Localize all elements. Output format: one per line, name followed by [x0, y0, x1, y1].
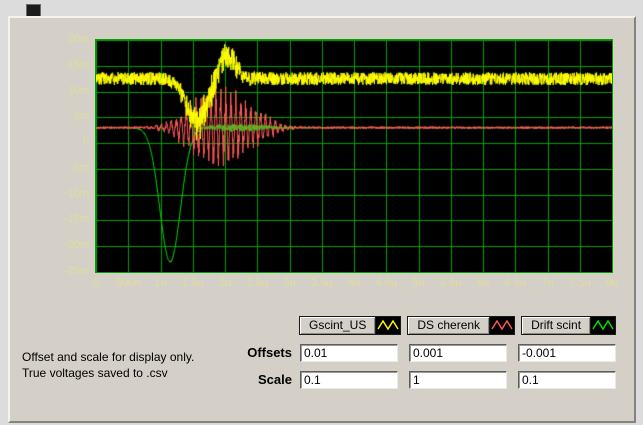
- x-tick-label: 5u: [412, 277, 424, 289]
- scale-input-gscint-us[interactable]: [300, 371, 398, 389]
- labview-front-panel: 20m 15m 10m 5m 0 -5m -10m -15m -20m -25m 0 500n 1u 1…: [0, 0, 643, 425]
- x-tick-label: 0: [93, 277, 99, 289]
- x-tick-label: 5.5u: [440, 277, 461, 289]
- waveform-sample-icon[interactable]: [376, 316, 401, 335]
- note-line-1: Offset and scale for display only.: [22, 349, 194, 365]
- x-tick-label: 3u: [283, 277, 295, 289]
- offset-input-gscint-us[interactable]: [300, 344, 398, 362]
- waveform-canvas: [96, 40, 612, 272]
- y-tick-label: 5m: [48, 110, 89, 122]
- note-text: Offset and scale for display only. True …: [22, 349, 194, 381]
- legend-label[interactable]: DS cherenk: [407, 316, 490, 335]
- legend-label[interactable]: Drift scint: [521, 316, 591, 335]
- x-tick-label: 3.5u: [311, 277, 332, 289]
- y-tick-label: 15m: [48, 59, 89, 71]
- x-tick-label: 4u: [348, 277, 360, 289]
- x-tick-label: 1u: [154, 277, 166, 289]
- y-tick-label: 20m: [48, 33, 89, 45]
- plot-legend: Gscint_US DS cherenk Drift scint: [299, 316, 616, 335]
- x-tick-label: 4.5u: [376, 277, 397, 289]
- offset-input-ds-cherenk[interactable]: [409, 344, 507, 362]
- legend-item-gscint-us[interactable]: Gscint_US: [299, 316, 401, 335]
- note-line-2: True voltages saved to .csv: [22, 365, 194, 381]
- x-tick-label: 500n: [116, 277, 140, 289]
- legend-label[interactable]: Gscint_US: [299, 316, 376, 335]
- y-axis: 20m15m10m5m0-5m-10m-15m-20m-25m: [48, 39, 92, 271]
- legend-item-ds-cherenk[interactable]: DS cherenk: [407, 316, 515, 335]
- offset-input-drift-scint[interactable]: [518, 344, 616, 362]
- scale-input-ds-cherenk[interactable]: [409, 371, 507, 389]
- waveform-chart: [95, 39, 613, 273]
- scale-input-drift-scint[interactable]: [518, 371, 616, 389]
- y-tick-label: 10m: [48, 85, 89, 97]
- y-tick-label: -15m: [48, 213, 89, 225]
- legend-item-drift-scint[interactable]: Drift scint: [521, 316, 616, 335]
- x-tick-label: 7u: [541, 277, 553, 289]
- x-tick-label: 1.5u: [182, 277, 203, 289]
- y-tick-label: 0: [48, 136, 89, 148]
- waveform-sample-icon[interactable]: [490, 316, 515, 335]
- y-tick-label: -20m: [48, 239, 89, 251]
- x-tick-label: 7.5u: [569, 277, 590, 289]
- waveform-sample-icon[interactable]: [591, 316, 616, 335]
- y-tick-label: -25m: [48, 265, 89, 277]
- x-tick-label: 2u: [219, 277, 231, 289]
- y-tick-label: -10m: [48, 188, 89, 200]
- x-tick-label: 2.5u: [247, 277, 268, 289]
- x-tick-label: 8u: [606, 277, 618, 289]
- x-axis: 0 500n 1u 1.5u 2u 2.5u 3u 3.5u 4u 4.5u 5u 5.5u 6u 6.5…: [96, 277, 612, 291]
- x-tick-label: 6.5u: [505, 277, 526, 289]
- x-tick-label: 6u: [477, 277, 489, 289]
- y-tick-label: -5m: [48, 162, 89, 174]
